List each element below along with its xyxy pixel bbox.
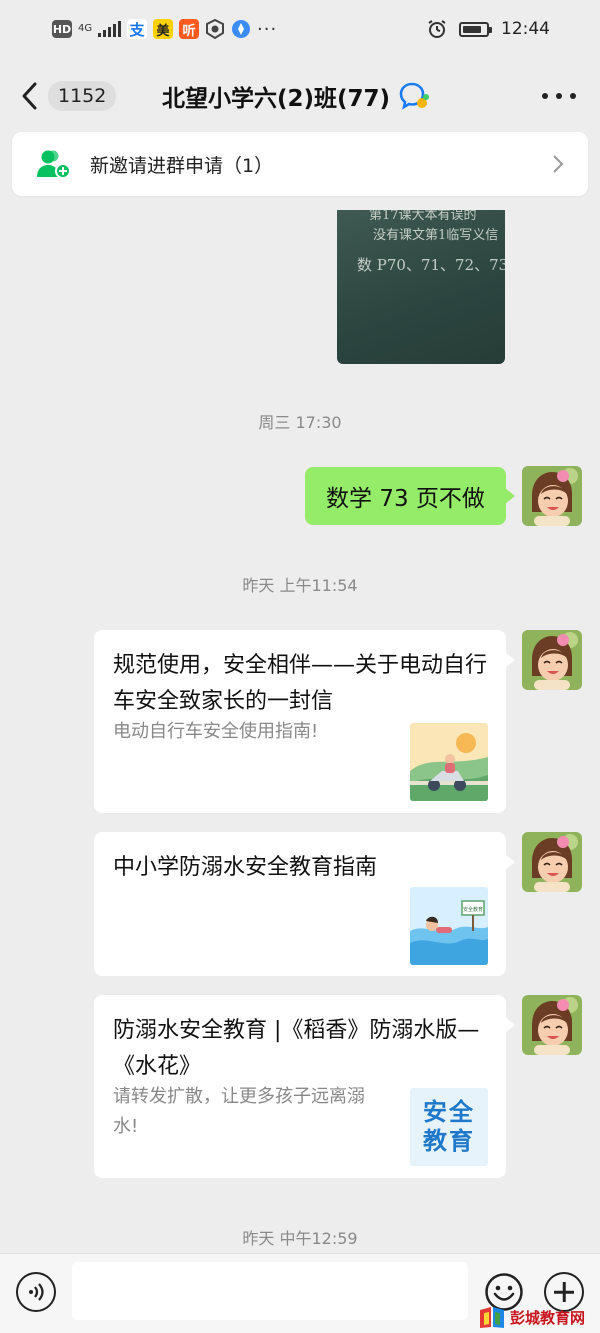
invite-request-text: 新邀请进群申请（1）: [90, 154, 274, 177]
voice-input-button[interactable]: [16, 1272, 56, 1312]
avatar[interactable]: [522, 630, 582, 690]
thumb-sign-text: 安全教育: [463, 906, 483, 913]
scooter-illustration: [410, 723, 488, 801]
avatar-girl-image: [522, 995, 582, 1055]
alipay-icon: 支: [127, 19, 147, 39]
status-time: 12:44: [501, 19, 550, 39]
message-timestamp: 昨天 中午12:59: [242, 1229, 358, 1248]
shared-article-card[interactable]: 防溺水安全教育 |《稻香》防溺水版—《水花》 请转发扩散，让更多孩子远离溺水! …: [94, 995, 515, 1178]
battery-icon: [459, 21, 492, 37]
message-timestamp: 昨天 上午11:54: [242, 576, 358, 595]
more-notifications-icon: ···: [257, 18, 278, 40]
book-logo-icon: [480, 1307, 504, 1328]
article-thumbnail: 安全教育: [410, 1088, 488, 1166]
status-right-icons: 12:44: [427, 19, 550, 39]
avatar-girl-image: [522, 466, 582, 526]
site-watermark: 彭城教育网: [478, 1303, 585, 1331]
thumb-text: 安全教育: [423, 1098, 475, 1155]
avatar[interactable]: [522, 466, 582, 526]
group-invite-request-bar[interactable]: 新邀请进群申请（1）: [12, 132, 588, 196]
avatar-girl-image: [522, 832, 582, 892]
hd-icon: HD: [52, 20, 72, 38]
group-chat-icon: [399, 82, 430, 110]
article-title: 防溺水安全教育 |《稻香》防溺水版—《水花》: [113, 1018, 480, 1079]
chalk-text-line: 没有课文第1临写义信: [373, 228, 499, 243]
add-member-icon: [37, 150, 71, 179]
article-thumbnail: [410, 723, 488, 801]
network-type: 4G: [78, 23, 93, 34]
voice-icon: [29, 1283, 44, 1301]
article-title: 中小学防溺水安全教育指南: [113, 855, 378, 880]
swimming-illustration: 安全教育: [410, 887, 488, 965]
chevron-left-icon: [22, 82, 37, 110]
message-input[interactable]: [72, 1262, 468, 1320]
shared-article-card[interactable]: 规范使用，安全相伴——关于电动自行车安全致家长的一封信 电动自行车安全使用指南!: [94, 630, 515, 813]
compass-app-icon: [232, 20, 250, 38]
chat-title[interactable]: 北望小学六(2)班(77): [162, 76, 430, 116]
sent-text-message[interactable]: 数学 73 页不做: [305, 467, 515, 525]
back-button[interactable]: 1152: [18, 78, 118, 114]
avatar[interactable]: [522, 995, 582, 1055]
group-name: 北望小学六(2)班(77): [162, 86, 391, 112]
article-description: 请转发扩散，让更多孩子远离溺水!: [113, 1086, 365, 1137]
avatar-girl-image: [522, 630, 582, 690]
unread-count-badge: 1152: [48, 81, 117, 111]
alarm-icon: [428, 20, 446, 38]
article-title: 规范使用，安全相伴——关于电动自行车安全致家长的一封信: [113, 653, 488, 714]
watermark-text: 彭城教育网: [510, 1308, 586, 1327]
article-thumbnail: 安全教育: [410, 887, 488, 965]
status-bar: HD 4G 支 美 听 ··· 12:44: [0, 0, 600, 58]
avatar[interactable]: [522, 832, 582, 892]
chalkboard-photo-message[interactable]: 第17课大本有误的 没有课文第1临写义信 数 P70、71、72、73课本: [337, 210, 505, 364]
signal-icon: [98, 21, 121, 37]
meituan-icon: 美: [153, 19, 173, 39]
article-description: 电动自行车安全使用指南!: [113, 721, 319, 742]
chat-header: 1152 北望小学六(2)班(77): [0, 58, 600, 134]
chalk-text-line: 数 P70、71、72、73课本: [357, 256, 505, 274]
chevron-right-icon: [553, 155, 564, 173]
ting-icon: 听: [179, 19, 199, 39]
shared-article-card[interactable]: 中小学防溺水安全教育指南 安全教育: [94, 832, 515, 976]
message-timestamp: 周三 17:30: [258, 413, 342, 432]
more-options-button[interactable]: [542, 84, 576, 108]
shield-app-icon: [206, 19, 224, 39]
chalk-text-line: 第17课大本有误的: [369, 210, 477, 223]
status-left-icons: HD 4G 支 美 听 ···: [52, 19, 427, 40]
